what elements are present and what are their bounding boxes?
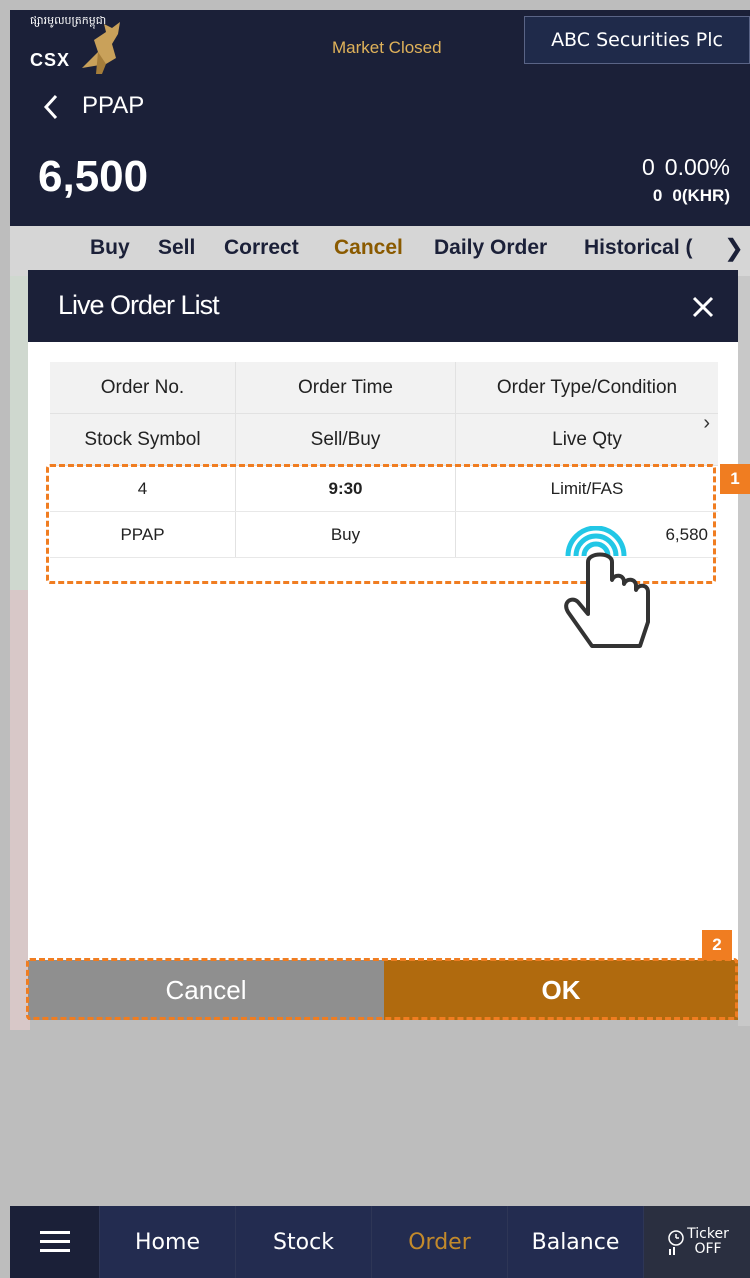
step-badge-2: 2: [702, 930, 732, 960]
header-stock-symbol: Stock Symbol: [50, 414, 236, 465]
broker-selector[interactable]: ABC Securities Plc: [524, 16, 750, 64]
nav-order[interactable]: Order: [372, 1206, 508, 1278]
tab-historical[interactable]: Historical (: [584, 236, 726, 260]
header-order-time: Order Time: [236, 362, 456, 413]
hamburger-icon: [39, 1231, 70, 1252]
stock-summary: PPAP 6,500 0 0.00% 0 0(KHR): [10, 78, 750, 226]
logo-csx-text: CSX: [30, 50, 71, 70]
header-order-type: Order Type/Condition: [496, 376, 678, 398]
ticker-label-line2: OFF: [694, 1241, 722, 1257]
menu-button[interactable]: [10, 1206, 100, 1278]
bottom-nav: Home Stock Order Balance Ticker OFF: [10, 1206, 750, 1278]
chevron-right-icon[interactable]: ❯: [724, 234, 744, 263]
dialog-header: Live Order List: [28, 270, 738, 342]
price-change-pct: 0.00%: [664, 154, 730, 180]
stock-symbol: PPAP: [82, 92, 145, 119]
tab-sell[interactable]: Sell: [158, 236, 195, 260]
tab-cancel[interactable]: Cancel: [334, 236, 403, 260]
tap-hand-icon: [564, 526, 650, 648]
csx-logo: ផ្សារមូលបត្រកម្ពុជា CSX: [30, 14, 150, 76]
tab-buy[interactable]: Buy: [90, 236, 130, 260]
close-icon[interactable]: [690, 294, 716, 320]
nav-balance[interactable]: Balance: [508, 1206, 644, 1278]
rooster-icon: [82, 22, 120, 74]
step-badge-1: 1: [720, 464, 750, 494]
price-change-2: 0: [652, 186, 663, 205]
tab-daily-order[interactable]: Daily Order: [434, 236, 547, 260]
clock-chart-icon: [668, 1230, 684, 1255]
order-tabs: Buy Sell Correct Cancel Daily Order Hist…: [10, 226, 750, 276]
background-panel: [738, 276, 750, 1026]
highlight-buttons: [26, 958, 738, 1020]
ticker-toggle[interactable]: Ticker OFF: [644, 1206, 750, 1278]
price-change: 0: [641, 154, 655, 180]
price-change-khr: 0(KHR): [672, 186, 730, 205]
price-change-khr-row: 0 0(KHR): [643, 186, 730, 206]
app-header: ផ្សារមូលបត្រកម្ពុជា CSX Market Closed AB…: [10, 10, 750, 78]
market-status: Market Closed: [332, 38, 442, 57]
nav-home[interactable]: Home: [100, 1206, 236, 1278]
ticker-label-line1: Ticker: [687, 1226, 729, 1242]
table-header-row: Stock Symbol Sell/Buy Live Qty: [50, 414, 718, 466]
chevron-right-icon[interactable]: ›: [703, 412, 710, 435]
header-live-qty: Live Qty: [552, 428, 622, 450]
nav-stock[interactable]: Stock: [236, 1206, 372, 1278]
stock-price: 6,500: [38, 152, 149, 201]
back-arrow-icon[interactable]: [38, 92, 68, 122]
dialog-title: Live Order List: [58, 290, 220, 320]
ticker-label: Ticker OFF: [687, 1227, 729, 1257]
header-order-no: Order No.: [50, 362, 236, 413]
tab-correct[interactable]: Correct: [224, 236, 299, 260]
header-sell-buy: Sell/Buy: [236, 414, 456, 465]
price-change-row: 0 0.00%: [632, 154, 730, 181]
table-header-row: Order No. Order Time Order Type/Conditio…: [50, 362, 718, 414]
